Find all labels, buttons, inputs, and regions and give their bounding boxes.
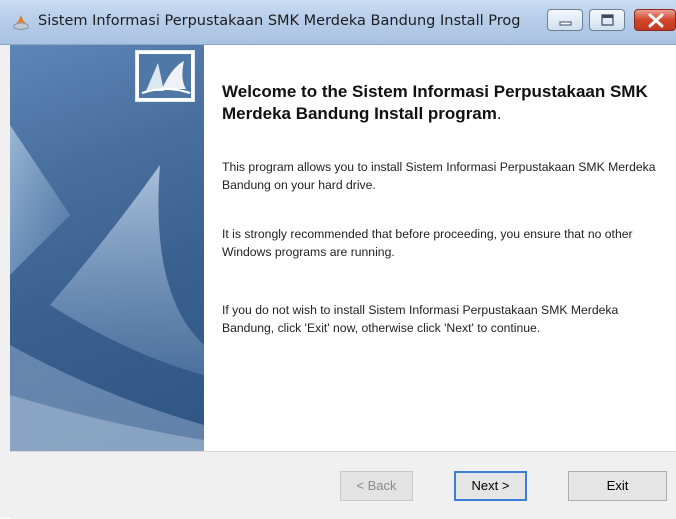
welcome-heading: Welcome to the Sistem Informasi Perpusta… (222, 81, 662, 125)
dialog-body: Welcome to the Sistem Informasi Perpusta… (10, 45, 676, 519)
close-button[interactable] (634, 9, 676, 31)
installer-window: Sistem Informasi Perpustakaan SMK Merdek… (0, 0, 676, 519)
welcome-panel: Welcome to the Sistem Informasi Perpusta… (204, 45, 676, 451)
welcome-heading-period: . (496, 104, 502, 123)
installer-logo (135, 50, 195, 102)
exit-button[interactable]: Exit (568, 471, 667, 501)
next-button[interactable]: Next > (454, 471, 527, 501)
recommendation-paragraph: It is strongly recommended that before p… (222, 227, 633, 259)
exit-instructions-paragraph: If you do not wish to install Sistem Inf… (222, 303, 619, 335)
side-banner (10, 45, 204, 451)
close-icon (648, 13, 664, 28)
title-bar[interactable]: Sistem Informasi Perpustakaan SMK Merdek… (0, 0, 676, 45)
window-title: Sistem Informasi Perpustakaan SMK Merdek… (38, 13, 521, 29)
back-button[interactable]: < Back (340, 471, 413, 501)
maximize-icon (601, 14, 614, 26)
installer-icon (13, 15, 29, 30)
maximize-button[interactable] (589, 9, 625, 31)
welcome-heading-text: Welcome to the Sistem Informasi Perpusta… (222, 82, 648, 123)
button-bar: < Back Next > Exit (10, 451, 676, 519)
sail-artwork (10, 125, 204, 451)
minimize-button[interactable] (547, 9, 583, 31)
intro-paragraph: This program allows you to install Siste… (222, 160, 656, 192)
minimize-icon (559, 21, 572, 26)
